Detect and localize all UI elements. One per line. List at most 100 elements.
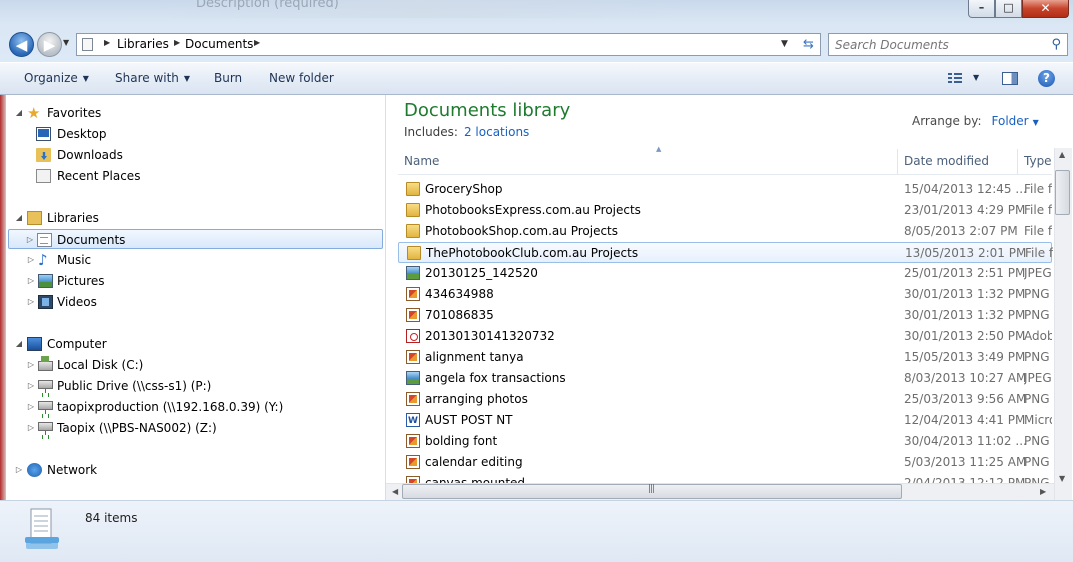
collapse-arrow-icon[interactable]: ◢ [14,103,24,123]
locations-link[interactable]: 2 locations [464,125,529,139]
file-row[interactable]: PhotobooksExpress.com.au Projects 23/01/2… [398,200,1052,221]
collapse-arrow-icon[interactable]: ◢ [14,334,24,354]
search-box[interactable]: ⚲ [828,33,1068,56]
address-dropdown-icon[interactable]: ▼ [781,39,788,49]
item-count: 84 items [85,511,138,525]
collapse-arrow-icon[interactable]: ◢ [14,208,24,228]
file-type: File folder [1025,246,1053,260]
scroll-right-icon[interactable]: ▶ [1040,487,1046,496]
breadcrumb-separator-icon[interactable]: ▶ [104,38,110,47]
recent-pages-dropdown[interactable]: ▼ [63,38,69,47]
search-icon[interactable]: ⚲ [1051,37,1061,52]
column-divider[interactable] [897,149,898,174]
file-name: PhotobooksExpress.com.au Projects [425,203,641,217]
file-type: PNG image [1024,455,1052,469]
file-row[interactable]: angela fox transactions 8/03/2013 10:27 A… [398,368,1052,389]
nav-item-recent-places[interactable]: Recent Places [14,166,374,186]
file-row[interactable]: GroceryShop 15/04/2013 12:45 ...File fold… [398,179,1052,200]
nav-computer[interactable]: ◢ Computer [14,334,374,354]
scroll-up-icon[interactable]: ▲ [1059,150,1065,159]
expand-arrow-icon[interactable]: ▷ [25,230,35,250]
file-row[interactable]: 20130125_142520 25/01/2013 2:51 PMJPEG im… [398,263,1052,284]
file-date-modified: 5/03/2013 11:25 AM [904,455,1027,469]
arrange-by: Arrange by: Folder ▼ [912,114,1039,128]
refresh-button[interactable]: ⇆ [797,33,821,56]
file-row[interactable]: calendar editing 5/03/2013 11:25 AMPNG im… [398,452,1052,473]
expand-arrow-icon[interactable]: ▷ [26,250,36,270]
minimize-button[interactable]: – [968,0,995,18]
hard-disk-icon [38,356,53,371]
nav-item-taopix[interactable]: ▷ Taopix (\\PBS-NAS002) (Z:) [14,418,374,438]
expand-arrow-icon[interactable]: ▷ [26,271,36,291]
nav-item-public-drive[interactable]: ▷ Public Drive (\\css-s1) (P:) [14,376,374,396]
nav-item-local-disk[interactable]: ▷ Local Disk (C:) [14,355,374,375]
nav-item-documents[interactable]: ▷ Documents [8,229,383,249]
file-row[interactable]: AUST POST NT 12/04/2013 4:41 PMMicrosoft [398,410,1052,432]
includes-label: Includes: [404,125,458,139]
nav-item-pictures[interactable]: ▷ Pictures [14,271,374,291]
file-list-pane: Documents library Includes: 2 locations A… [386,95,1073,500]
nav-item-taopixproduction[interactable]: ▷ taopixproduction (\\192.168.0.39) (Y:) [14,397,374,417]
scroll-left-icon[interactable]: ◀ [392,487,398,496]
expand-arrow-icon[interactable]: ▷ [26,355,36,375]
png-icon [406,434,420,448]
breadcrumb-separator-icon[interactable]: ▶ [254,38,260,47]
nav-item-desktop[interactable]: Desktop [14,124,374,144]
arrange-by-dropdown[interactable]: Folder ▼ [992,114,1039,128]
file-row[interactable]: ThePhotobookClub.com.au Projects 13/05/20… [398,242,1053,263]
scroll-down-icon[interactable]: ▼ [1059,474,1065,483]
file-row[interactable]: arranging photos 25/03/2013 9:56 AMPNG im… [398,389,1052,410]
nav-favorites-label: Favorites [47,106,102,120]
column-type[interactable]: Type [1024,154,1052,168]
expand-arrow-icon[interactable]: ▷ [26,292,36,312]
word-icon [406,411,420,432]
breadcrumb-separator-icon[interactable]: ▶ [174,38,180,47]
column-name[interactable]: Name [404,154,439,168]
file-name: PhotobookShop.com.au Projects [425,224,619,238]
library-icon [82,38,93,51]
breadcrumb-libraries[interactable]: Libraries [117,37,169,51]
expand-arrow-icon[interactable]: ▷ [26,397,36,417]
file-row[interactable]: 434634988 30/01/2013 1:32 PMPNG image [398,284,1052,305]
file-row[interactable]: PhotobookShop.com.au Projects 8/05/2013 2… [398,221,1052,242]
search-input[interactable] [835,36,1040,53]
view-dropdown-icon[interactable]: ▼ [973,73,979,82]
nav-favorites[interactable]: ◢ ★ Favorites [14,103,374,123]
change-view-icon[interactable] [948,73,962,83]
nav-item-videos[interactable]: ▷ Videos [14,292,374,312]
nav-item-downloads[interactable]: Downloads [14,145,374,165]
maximize-button[interactable]: □ [995,0,1022,18]
organize-button[interactable]: Organize ▼ [24,71,89,85]
file-date-modified: 15/05/2013 3:49 PM [904,350,1026,364]
expand-arrow-icon[interactable]: ▷ [26,418,36,438]
file-row[interactable]: 701086835 30/01/2013 1:32 PMPNG image [398,305,1052,326]
nav-item-label: Taopix (\\PBS-NAS002) (Z:) [57,421,217,435]
nav-network[interactable]: ▷ Network [14,460,374,480]
file-row[interactable]: bolding font 30/04/2013 11:02 ...PNG imag… [398,431,1052,452]
help-icon[interactable]: ? [1038,70,1055,87]
breadcrumb-documents[interactable]: Documents [185,37,253,51]
column-date-modified[interactable]: Date modified [904,154,989,168]
nav-item-label: Public Drive (\\css-s1) (P:) [57,379,212,393]
close-button[interactable]: ✕ [1022,0,1069,18]
vertical-scroll-thumb[interactable] [1055,170,1070,215]
preview-pane-icon[interactable] [1002,72,1018,85]
file-date-modified: 23/01/2013 4:29 PM [904,203,1026,217]
file-row[interactable]: alignment tanya 15/05/2013 3:49 PMPNG ima… [398,347,1052,368]
share-with-button[interactable]: Share with ▼ [115,71,190,85]
expand-arrow-icon[interactable]: ▷ [14,460,24,480]
column-divider[interactable] [1017,149,1018,174]
forward-button[interactable]: ▶ [37,32,62,57]
burn-button[interactable]: Burn [214,71,242,85]
address-bar[interactable]: ▶ Libraries ▶ Documents ▶ ▼ [76,33,820,56]
expand-arrow-icon[interactable]: ▷ [26,376,36,396]
horizontal-scroll-thumb[interactable]: ||| [402,484,902,499]
file-type: File folder [1024,182,1052,196]
file-date-modified: 25/01/2013 2:51 PM [904,266,1026,280]
file-type: Microsoft [1024,413,1052,427]
nav-item-music[interactable]: ▷ ♪ Music [14,250,374,270]
back-button[interactable]: ◀ [9,32,34,57]
file-row[interactable]: 20130130141320732 30/01/2013 2:50 PMAdobe [398,326,1052,347]
new-folder-button[interactable]: New folder [269,71,334,85]
nav-libraries[interactable]: ◢ Libraries [14,208,374,228]
